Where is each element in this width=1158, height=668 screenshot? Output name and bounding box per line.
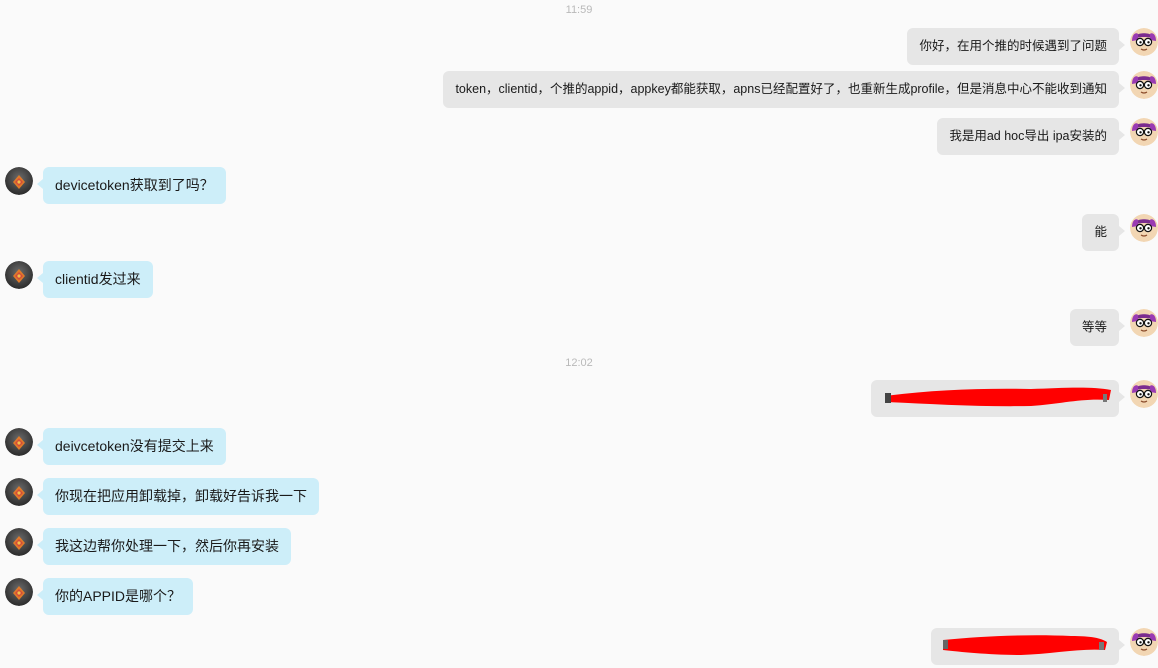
message-row	[0, 380, 1158, 420]
message-row: token，clientid，个推的appid，appkey都能获取，apns已…	[0, 71, 1158, 111]
message-row	[0, 628, 1158, 668]
incoming-message-bubble[interactable]: deivcetoken没有提交上来	[37, 428, 226, 465]
user-cartoon-avatar-icon[interactable]	[1130, 214, 1158, 242]
message-row: 等等	[0, 309, 1158, 349]
redacted-message-bubble[interactable]	[931, 628, 1125, 665]
incoming-message-bubble[interactable]: devicetoken获取到了吗？	[37, 167, 226, 204]
timestamp: 12:02	[565, 357, 593, 369]
user-cartoon-avatar-icon[interactable]	[1130, 309, 1158, 337]
message-row: deivcetoken没有提交上来	[0, 428, 1158, 468]
message-row: 你好，在用个推的时候遇到了问题	[0, 28, 1158, 68]
outgoing-message-bubble[interactable]: token，clientid，个推的appid，appkey都能获取，apns已…	[443, 71, 1125, 108]
message-row: 能	[0, 214, 1158, 254]
incoming-message-bubble[interactable]: 你的APPID是哪个？	[36, 578, 194, 615]
redaction-scribble	[885, 387, 1111, 407]
incoming-message-bubble[interactable]: clientid发过来	[37, 261, 153, 298]
message-row: clientid发过来	[0, 261, 1158, 301]
support-agent-avatar-icon[interactable]	[5, 578, 33, 606]
redacted-message-bubble[interactable]	[871, 380, 1125, 417]
message-row: 你现在把应用卸载掉，卸载好告诉我一下	[0, 478, 1158, 518]
user-cartoon-avatar-icon[interactable]	[1130, 71, 1158, 99]
message-row: 我是用ad hoc导出 ipa安装的	[0, 118, 1158, 158]
support-agent-avatar-icon[interactable]	[5, 167, 33, 195]
timestamp: 11:59	[565, 4, 593, 16]
incoming-message-bubble[interactable]: 你现在把应用卸载掉，卸载好告诉我一下	[37, 478, 319, 515]
support-agent-avatar-icon[interactable]	[5, 261, 33, 289]
redaction-scribble	[943, 635, 1107, 655]
user-cartoon-avatar-icon[interactable]	[1130, 628, 1158, 656]
support-agent-avatar-icon[interactable]	[5, 478, 33, 506]
user-cartoon-avatar-icon[interactable]	[1130, 380, 1158, 408]
support-agent-avatar-icon[interactable]	[5, 528, 33, 556]
outgoing-message-bubble[interactable]: 等等	[1069, 309, 1126, 346]
message-row: devicetoken获取到了吗？	[0, 167, 1158, 207]
user-cartoon-avatar-icon[interactable]	[1130, 118, 1158, 146]
user-cartoon-avatar-icon[interactable]	[1130, 28, 1158, 56]
support-agent-avatar-icon[interactable]	[5, 428, 33, 456]
message-row: 我这边帮你处理一下，然后你再安装	[0, 528, 1158, 568]
outgoing-message-bubble[interactable]: 我是用ad hoc导出 ipa安装的	[937, 118, 1125, 155]
outgoing-message-bubble[interactable]: 能	[1082, 214, 1125, 251]
outgoing-message-bubble[interactable]: 你好，在用个推的时候遇到了问题	[907, 28, 1125, 65]
message-row: 你的APPID是哪个？	[0, 578, 1158, 618]
incoming-message-bubble[interactable]: 我这边帮你处理一下，然后你再安装	[37, 528, 291, 565]
chat-transcript: 11:59 12:02 你好，在用个推的时候遇到了问题 token，client…	[0, 0, 1158, 666]
